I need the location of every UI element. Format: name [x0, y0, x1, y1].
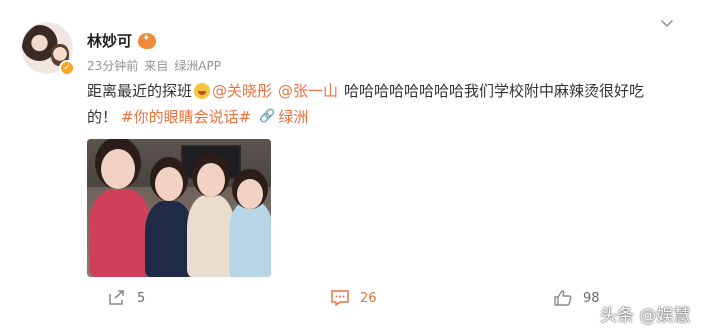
author-name[interactable]: 林妙可: [87, 30, 132, 51]
repost-count: 5: [137, 290, 146, 306]
source-prefix: 来自: [144, 59, 169, 73]
laugh-emoji-icon: [194, 82, 211, 99]
repost-button[interactable]: 5: [107, 289, 145, 307]
link-icon: 🔗: [259, 109, 276, 124]
repost-icon: [109, 290, 124, 305]
post-time[interactable]: 23分钟前: [87, 57, 138, 74]
post-source[interactable]: 绿洲APP: [174, 57, 221, 74]
text-segment: 哈哈哈哈哈哈哈哈我们学校附中麻辣烫很好吃: [344, 82, 645, 100]
author-avatar[interactable]: ✓: [21, 22, 75, 76]
chevron-down-icon[interactable]: [659, 16, 675, 32]
vip-badge-icon[interactable]: [138, 32, 157, 49]
comment-icon: [331, 290, 349, 306]
post-meta: 23分钟前 来自 绿洲APP: [87, 57, 221, 74]
watermark-text: 头条 @娱慧: [600, 306, 691, 326]
text-segment: 的！: [87, 108, 118, 126]
comment-button[interactable]: 26: [330, 289, 377, 307]
author-row: 林妙可: [87, 30, 157, 51]
topic-link[interactable]: #你的眼睛会说话#: [121, 106, 251, 127]
place-link[interactable]: 绿洲: [278, 106, 308, 127]
like-count: 98: [583, 290, 600, 306]
post-text-line-1: 距离最近的探班 @关晓彤 @张一山 哈哈哈哈哈哈哈哈我们学校附中麻辣烫很好吃: [87, 80, 644, 101]
comment-count: 26: [360, 290, 377, 306]
post-photo[interactable]: [87, 139, 271, 277]
like-icon: [554, 290, 572, 306]
mention-link[interactable]: @关晓彤: [212, 80, 272, 101]
text-segment: 距离最近的探班: [87, 82, 193, 100]
verified-icon: ✓: [59, 60, 75, 76]
post-text-line-2: 的！ #你的眼睛会说话# 🔗 绿洲: [87, 106, 308, 127]
mention-link[interactable]: @张一山: [278, 80, 338, 101]
like-button[interactable]: 98: [553, 289, 600, 307]
action-bar: 5 26 98: [0, 289, 703, 311]
